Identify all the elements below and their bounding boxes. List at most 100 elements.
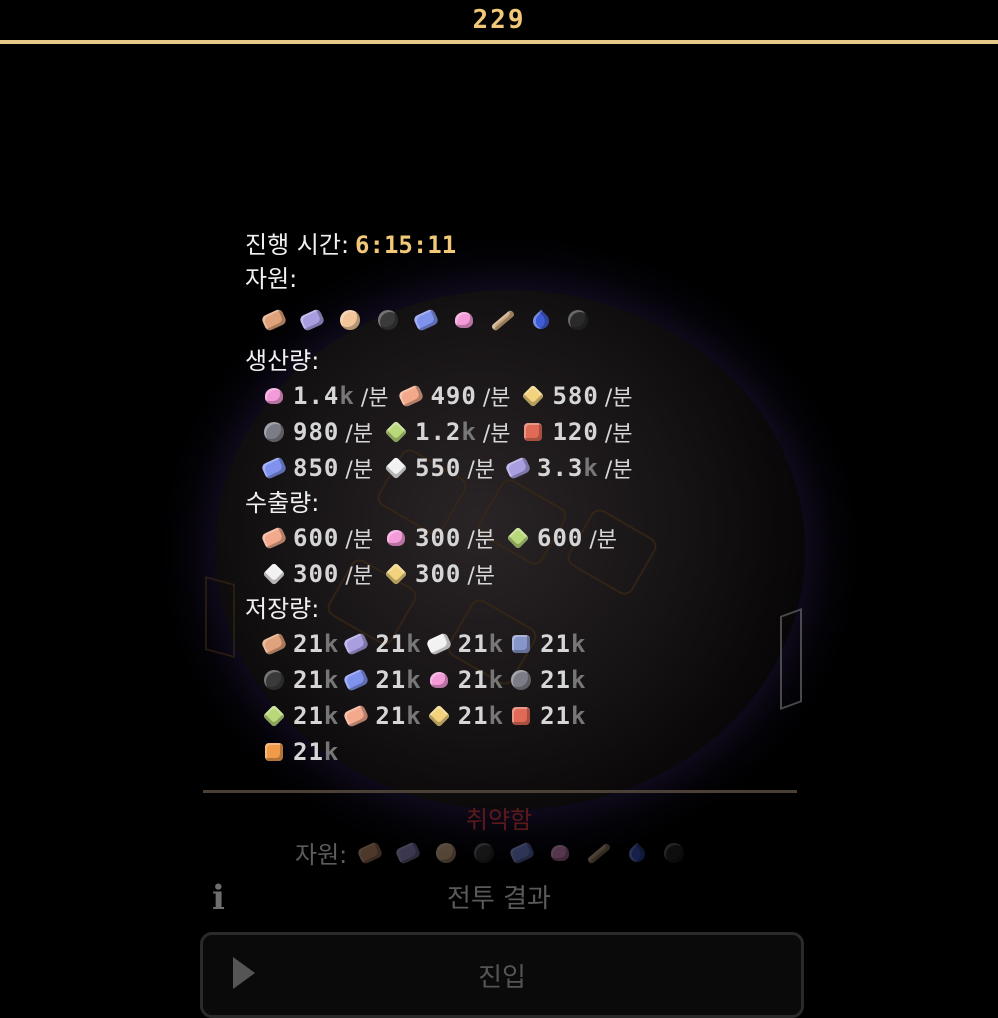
water-drop-icon — [525, 305, 555, 335]
panel-resources-label: 자원: — [295, 841, 348, 869]
resource-icons — [245, 296, 765, 344]
amount-number: 21 — [457, 630, 489, 658]
planet-info-tooltip: 진행 시간: 6:15:11 자원: 생산량: 1.4k/분 490/분 580/분 9… — [245, 228, 765, 770]
blue-crystal-icon — [341, 665, 371, 695]
status-label: 취약함 — [465, 806, 533, 834]
stor-row: 21k 21k 21k 21k — [245, 662, 765, 698]
amount-number: 300 — [293, 560, 340, 588]
amount-value: 21k — [540, 702, 586, 730]
amount-value: 300 — [293, 560, 339, 588]
amount-suffix: k — [323, 738, 340, 766]
peach-nugget-icon — [335, 305, 365, 335]
lavender-bar-icon — [393, 838, 423, 868]
pink-heart-icon — [449, 305, 479, 335]
rate-unit: /분 — [360, 386, 389, 411]
amount-suffix: k — [488, 666, 505, 694]
amount-value: 21k — [375, 702, 421, 730]
prod-entry: 1.2k/분 — [381, 416, 516, 448]
exp-entry: 600/분 — [503, 522, 623, 554]
rate-unit: /분 — [604, 386, 633, 411]
amount-value: 21k — [293, 738, 339, 766]
amount-number: 21 — [293, 738, 324, 766]
battle-result-link[interactable]: 전투 결과 — [0, 878, 998, 915]
lavender-bar-icon — [297, 305, 327, 335]
amount-value: 550 — [415, 454, 461, 482]
amount-suffix: k — [570, 702, 587, 730]
amount-suffix: k — [488, 630, 505, 658]
amount-value: 1.4k — [293, 382, 355, 410]
stor-entry: 21k — [506, 629, 586, 659]
prod-row: 850/분 550/분 3.3k/분 — [245, 450, 765, 486]
prod-row: 980/분 1.2k/분 120/분 — [245, 414, 765, 450]
bomb-icon — [659, 838, 689, 868]
rate-unit: /분 — [345, 564, 374, 589]
striped-bar-icon — [341, 701, 371, 731]
amount-suffix: k — [488, 702, 505, 730]
amount-value: 21k — [458, 666, 504, 694]
amount-number: 21 — [375, 702, 407, 730]
coal-icon — [469, 838, 499, 868]
amount-value: 600 — [537, 524, 583, 552]
amount-suffix: k — [406, 666, 422, 694]
amount-number: 600 — [537, 524, 584, 552]
amount-value: 300 — [415, 524, 461, 552]
gray-ore-icon — [259, 417, 289, 447]
amount-value: 21k — [458, 630, 504, 658]
amount-suffix: k — [406, 702, 422, 730]
striped-bar-icon — [396, 381, 426, 411]
amount-value: 600 — [293, 524, 339, 552]
exp-entry: 600/분 — [259, 522, 379, 554]
amount-suffix: k — [461, 418, 477, 446]
amount-number: 21 — [375, 630, 407, 658]
white-crystal-icon — [259, 559, 289, 589]
stor-entry: 21k — [424, 629, 504, 659]
lavender-bar-icon — [341, 629, 371, 659]
elapsed-time-value: 6:15:11 — [355, 231, 457, 259]
stor-entry: 21k — [259, 737, 339, 767]
amount-number: 490 — [430, 382, 477, 410]
amount-suffix: k — [583, 454, 599, 482]
amount-value: 300 — [415, 560, 461, 588]
amount-number: 21 — [540, 630, 571, 658]
pink-heart-icon — [424, 665, 454, 695]
rate-unit: /분 — [604, 458, 633, 483]
amount-number: 120 — [552, 418, 599, 446]
amount-number: 21 — [540, 666, 571, 694]
rate-unit: /분 — [482, 386, 511, 411]
amount-value: 580 — [552, 382, 598, 410]
amount-suffix: k — [406, 630, 422, 658]
stick-icon — [583, 838, 613, 868]
export-list: 600/분 300/분 600/분 300/분 300/분 — [245, 520, 765, 592]
rate-unit: /분 — [589, 528, 618, 553]
blue-crystal-icon — [507, 838, 537, 868]
amount-suffix: k — [339, 382, 355, 410]
pink-heart-icon — [259, 381, 289, 411]
amount-value: 21k — [375, 630, 421, 658]
prod-entry: 490/분 — [396, 380, 516, 412]
amount-number: 980 — [293, 418, 340, 446]
stor-entry: 21k — [259, 665, 339, 695]
enter-button[interactable]: 진입 — [200, 932, 804, 1018]
amount-number: 21 — [540, 702, 571, 730]
pink-heart-icon — [381, 523, 411, 553]
gray-ore-icon — [506, 665, 536, 695]
amount-suffix: k — [323, 702, 340, 730]
coal-icon — [259, 665, 289, 695]
amount-value: 120 — [552, 418, 598, 446]
panel-resource-icons — [355, 838, 693, 868]
amount-number: 600 — [293, 524, 340, 552]
amount-suffix: k — [323, 666, 340, 694]
export-label: 수출량: — [245, 489, 320, 517]
peach-nugget-icon — [431, 838, 461, 868]
prod-entry: 850/분 — [259, 452, 379, 484]
pink-heart-icon — [545, 838, 575, 868]
panel-divider — [203, 790, 797, 793]
prod-entry: 1.4k/분 — [259, 380, 394, 412]
amount-number: 21 — [375, 666, 407, 694]
green-gem-icon — [259, 701, 289, 731]
amount-value: 21k — [375, 666, 421, 694]
panel-resources: 자원: — [295, 835, 693, 870]
exp-row: 600/분 300/분 600/분 — [245, 520, 765, 556]
white-crystal-icon — [381, 453, 411, 483]
amount-suffix: k — [570, 666, 587, 694]
